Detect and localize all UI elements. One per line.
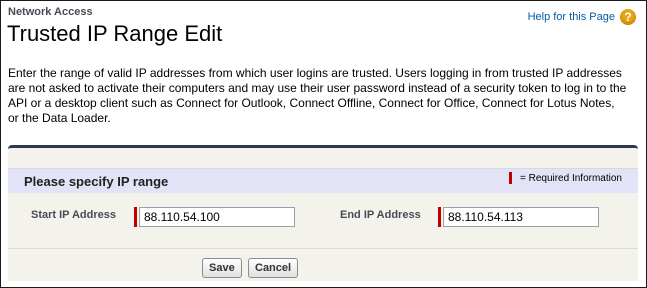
end-ip-required-marker xyxy=(438,207,441,227)
end-ip-label: End IP Address xyxy=(340,209,421,221)
help-section: Help for this Page ? xyxy=(528,9,636,25)
cancel-button[interactable]: Cancel xyxy=(248,258,299,278)
breadcrumb: Network Access xyxy=(8,6,93,18)
ip-range-panel: Please specify IP range = Required Infor… xyxy=(8,145,638,281)
required-legend: = Required Information xyxy=(508,172,622,184)
help-icon[interactable]: ? xyxy=(620,9,636,25)
start-ip-required-marker xyxy=(134,207,137,227)
start-ip-input[interactable] xyxy=(139,207,295,227)
end-ip-input[interactable] xyxy=(443,207,599,227)
required-marker-icon xyxy=(508,172,512,184)
required-legend-text: = Required Information xyxy=(519,172,622,184)
help-link[interactable]: Help for this Page xyxy=(528,11,615,23)
section-header: Please specify IP range = Required Infor… xyxy=(8,168,638,193)
start-ip-label: Start IP Address xyxy=(31,209,116,221)
section-title: Please specify IP range xyxy=(24,174,169,189)
button-divider xyxy=(8,248,638,249)
save-button[interactable]: Save xyxy=(202,258,242,278)
page-description: Enter the range of valid IP addresses fr… xyxy=(8,66,627,125)
page-title: Trusted IP Range Edit xyxy=(7,21,223,46)
